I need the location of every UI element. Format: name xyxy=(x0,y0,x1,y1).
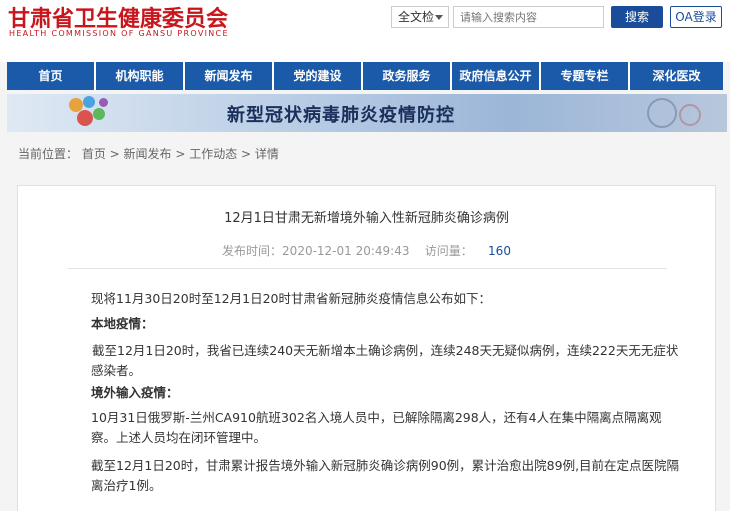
virus-icon xyxy=(679,104,701,126)
summary-text: 截至12月1日20时，甘肃累计报告境外输入新冠肺炎确诊病例90例，累计治愈出院8… xyxy=(91,458,680,493)
site-header: 甘肃省卫生健康委员会 HEALTH COMMISSION OF GANSU PR… xyxy=(0,0,730,62)
nav-item-topics[interactable]: 专题专栏 xyxy=(541,62,628,90)
virus-icon xyxy=(99,98,108,107)
virus-icon xyxy=(83,96,95,108)
article-panel: 12月1日甘肃无新增境外输入性新冠肺炎确诊病例 发布时间：2020-12-01 … xyxy=(17,185,716,511)
breadcrumb-label: 当前位置： xyxy=(18,147,79,161)
nav-item-functions[interactable]: 机构职能 xyxy=(96,62,183,90)
nav-item-news[interactable]: 新闻发布 xyxy=(185,62,272,90)
nav-item-reform[interactable]: 深化医改 xyxy=(630,62,723,90)
search-input[interactable] xyxy=(453,6,604,28)
publish-time-label: 发布时间： xyxy=(222,244,283,258)
imported-heading: 境外输入疫情： xyxy=(91,385,179,400)
main-nav: 首页 机构职能 新闻发布 党的建设 政务服务 政府信息公开 专题专栏 深化医改 xyxy=(7,62,723,90)
nav-item-services[interactable]: 政务服务 xyxy=(363,62,450,90)
local-heading: 本地疫情： xyxy=(91,316,154,331)
breadcrumb-path[interactable]: 首页 > 新闻发布 > 工作动态 > 详情 xyxy=(82,147,279,161)
virus-icon xyxy=(93,108,105,120)
covid-banner[interactable]: 新型冠状病毒肺炎疫情防控 xyxy=(7,94,727,132)
imported-text: 10月31日俄罗斯-兰州CA910航班302名入境人员中，已解除隔离298人，还… xyxy=(91,410,662,445)
nav-item-home[interactable]: 首页 xyxy=(7,62,94,90)
virus-icon xyxy=(77,110,93,126)
lung-icon xyxy=(647,98,677,128)
oa-login-button[interactable]: OA登录 xyxy=(670,6,722,28)
divider xyxy=(68,268,667,269)
search-scope-value: 全文检 xyxy=(398,10,435,24)
views-count: 160 xyxy=(488,244,511,258)
article-title: 12月1日甘肃无新增境外输入性新冠肺炎确诊病例 xyxy=(224,211,509,226)
chevron-down-icon xyxy=(435,15,443,20)
search-button[interactable]: 搜索 xyxy=(611,6,663,28)
banner-title: 新型冠状病毒肺炎疫情防控 xyxy=(227,105,455,126)
nav-item-party[interactable]: 党的建设 xyxy=(274,62,361,90)
site-logo-subtitle: HEALTH COMMISSION OF GANSU PROVINCE xyxy=(9,29,229,38)
local-text: 截至12月1日20时，我省已连续240天无新增本土确诊病例，连续248天无疑似病… xyxy=(91,343,679,378)
nav-item-disclosure[interactable]: 政府信息公开 xyxy=(452,62,539,90)
search-scope-select[interactable]: 全文检 xyxy=(391,6,449,28)
publish-time: 2020-12-01 20:49:43 xyxy=(282,244,410,258)
article-intro: 现将11月30日20时至12月1日20时甘肃省新冠肺炎疫情信息公布如下： xyxy=(91,291,491,306)
views-label: 访问量： xyxy=(424,244,473,258)
breadcrumb: 当前位置： 首页 > 新闻发布 > 工作动态 > 详情 xyxy=(18,145,279,162)
article-meta: 发布时间：2020-12-01 20:49:43 访问量： 160 xyxy=(18,242,715,259)
